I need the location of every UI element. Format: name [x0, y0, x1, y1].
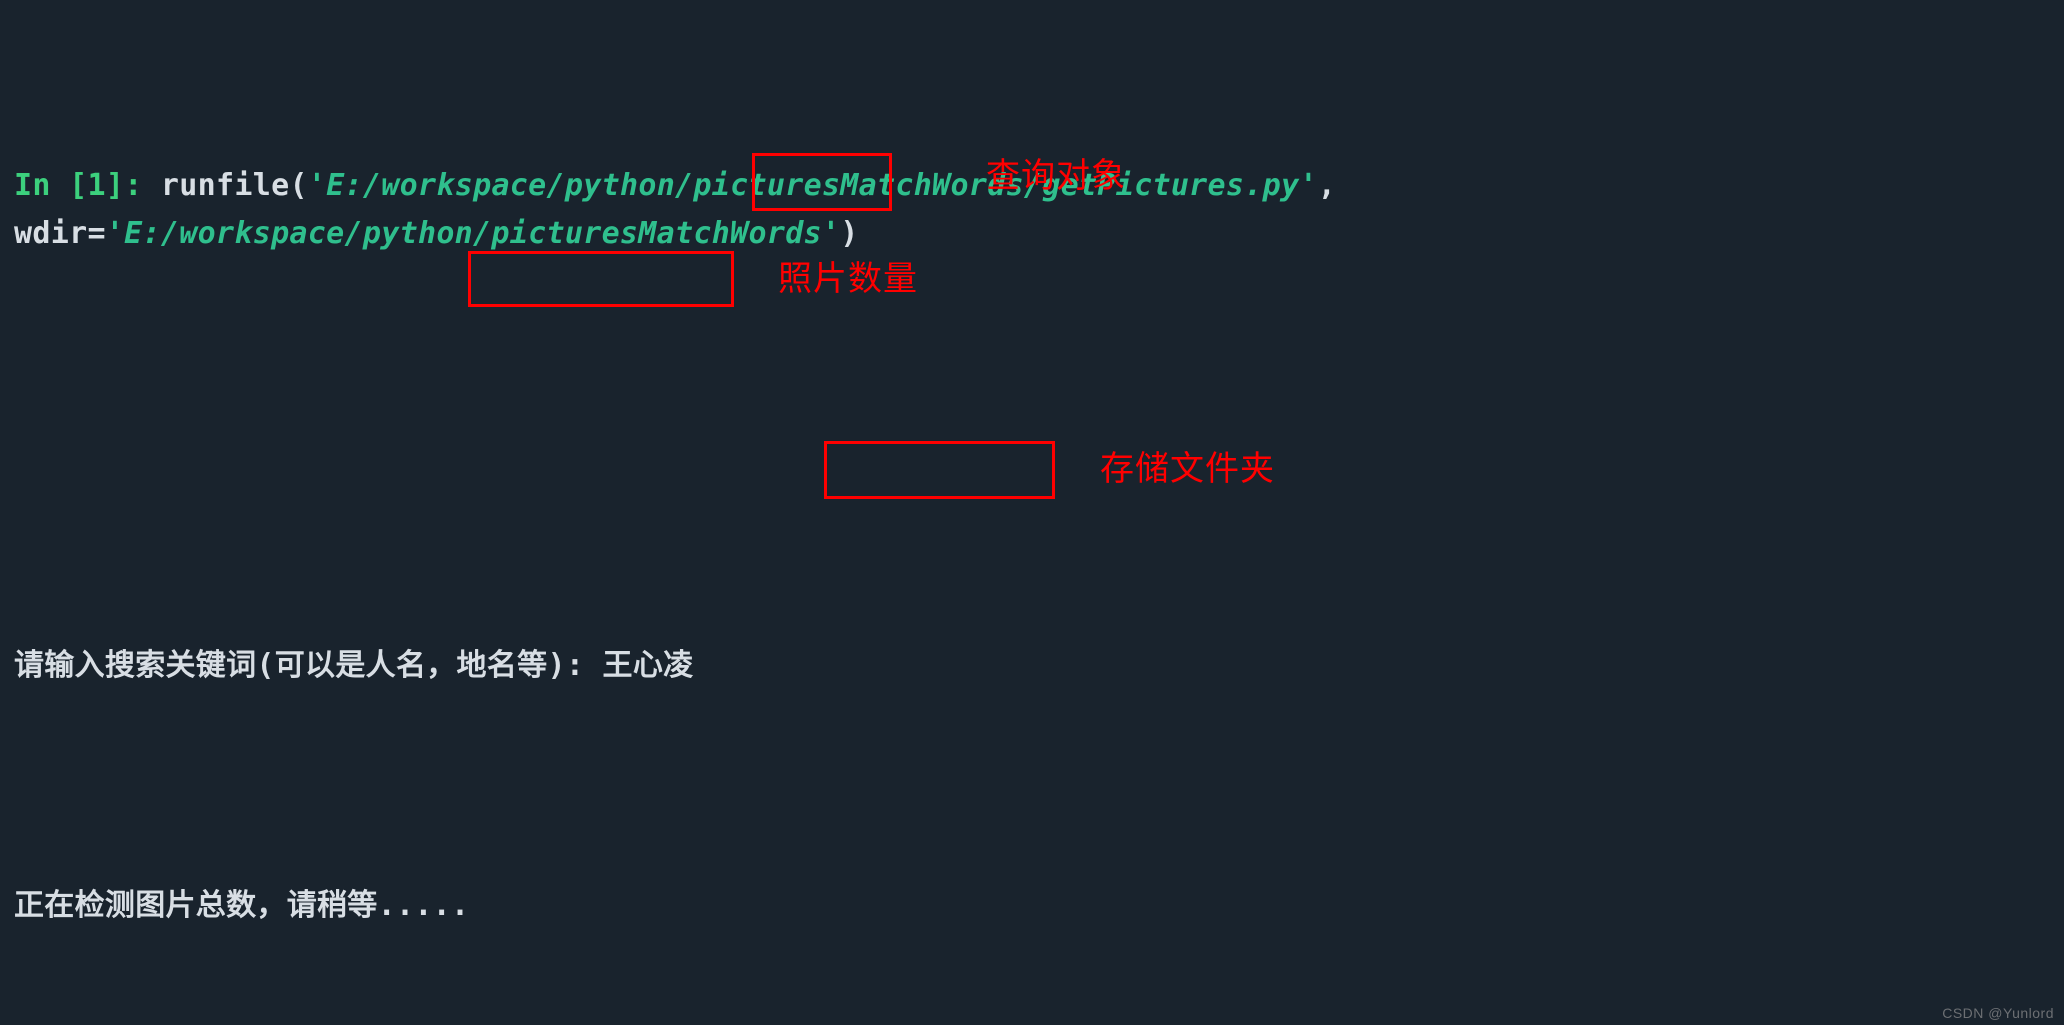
code-cell: In [1]: runfile('E:/workspace/python/pic… [14, 162, 2050, 258]
detecting-line: 正在检测图片总数，请稍等..... [14, 882, 2050, 930]
wdir-path-arg: 'E:/workspace/python/picturesMatchWords' [106, 216, 840, 251]
ipython-console: In [1]: runfile('E:/workspace/python/pic… [0, 0, 2064, 1025]
anno-box-folder [824, 441, 1055, 499]
wdir-kw: wdir= [14, 216, 106, 251]
keyword-prompt-line: 请输入搜索关键词(可以是人名，地名等): 王心凌 [14, 642, 2050, 690]
anno-box-count [468, 251, 734, 307]
arg-separator: , [1318, 168, 1355, 203]
prompt-in: In [1]: [14, 168, 161, 203]
anno-label-count: 照片数量 [778, 255, 918, 303]
call-close: ) [840, 216, 858, 251]
runfile-call: runfile( [161, 168, 308, 203]
blank-line [14, 402, 2050, 450]
anno-label-folder: 存储文件夹 [1100, 445, 1275, 493]
keyword-prompt-label: 请输入搜索关键词(可以是人名，地名等): [14, 648, 603, 683]
watermark: CSDN @Yunlord [1942, 1005, 2054, 1021]
keyword-input-value: 王心凌 [603, 648, 694, 683]
script-path-arg: 'E:/workspace/python/picturesMatchWords/… [308, 168, 1318, 203]
